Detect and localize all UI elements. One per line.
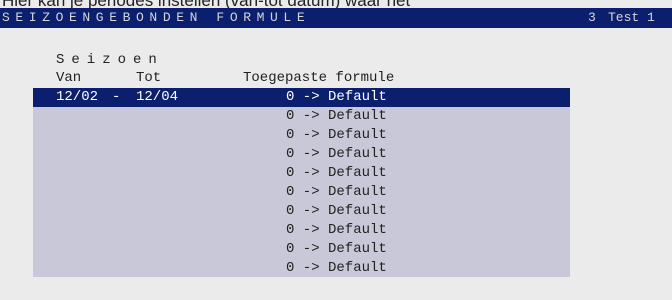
table-row[interactable]: 0 -> Default xyxy=(33,183,570,202)
column-header-to: Tot xyxy=(136,70,162,86)
cell-applied-formula[interactable]: 0 -> Default xyxy=(286,126,387,145)
season-table: 12/02-12/04 0 -> Default 0 -> Default 0 -> … xyxy=(33,88,570,277)
cell-date-separator: - xyxy=(112,89,121,105)
screen-number: 3 xyxy=(588,10,596,25)
table-row[interactable]: 0 -> Default xyxy=(33,240,570,259)
cell-applied-formula[interactable]: 0 -> Default xyxy=(286,259,387,278)
table-row[interactable]: 0 -> Default xyxy=(33,145,570,164)
title-bar: SEIZOENGEBONDEN FORMULE 3 Test 1 xyxy=(0,8,672,28)
cell-applied-formula[interactable]: 0 -> Default xyxy=(286,221,387,240)
table-row[interactable]: 12/02-12/04 0 -> Default xyxy=(33,88,570,107)
column-header-from: Van xyxy=(56,70,82,86)
column-header-formula: Toegepaste formule xyxy=(243,70,395,86)
user-name: Test 1 xyxy=(608,10,655,25)
section-heading: Seizoen xyxy=(56,52,164,68)
cell-applied-formula[interactable]: 0 -> Default xyxy=(286,202,387,221)
cell-applied-formula[interactable]: 0 -> Default xyxy=(286,145,387,164)
table-row[interactable]: 0 -> Default xyxy=(33,221,570,240)
cell-applied-formula[interactable]: 0 -> Default xyxy=(286,240,387,259)
screen-title: SEIZOENGEBONDEN FORMULE xyxy=(2,10,311,25)
cell-from-date[interactable]: 12/02 xyxy=(56,88,98,107)
cell-applied-formula[interactable]: 0 -> Default xyxy=(286,183,387,202)
cell-applied-formula[interactable]: 0 -> Default xyxy=(286,88,387,107)
cell-to-date[interactable]: 12/04 xyxy=(136,88,178,107)
cell-applied-formula[interactable]: 0 -> Default xyxy=(286,164,387,183)
cell-applied-formula[interactable]: 0 -> Default xyxy=(286,107,387,126)
table-row[interactable]: 0 -> Default xyxy=(33,202,570,221)
table-row[interactable]: 0 -> Default xyxy=(33,107,570,126)
table-row[interactable]: 0 -> Default xyxy=(33,126,570,145)
table-row[interactable]: 0 -> Default xyxy=(33,164,570,183)
table-row[interactable]: 0 -> Default xyxy=(33,259,570,278)
